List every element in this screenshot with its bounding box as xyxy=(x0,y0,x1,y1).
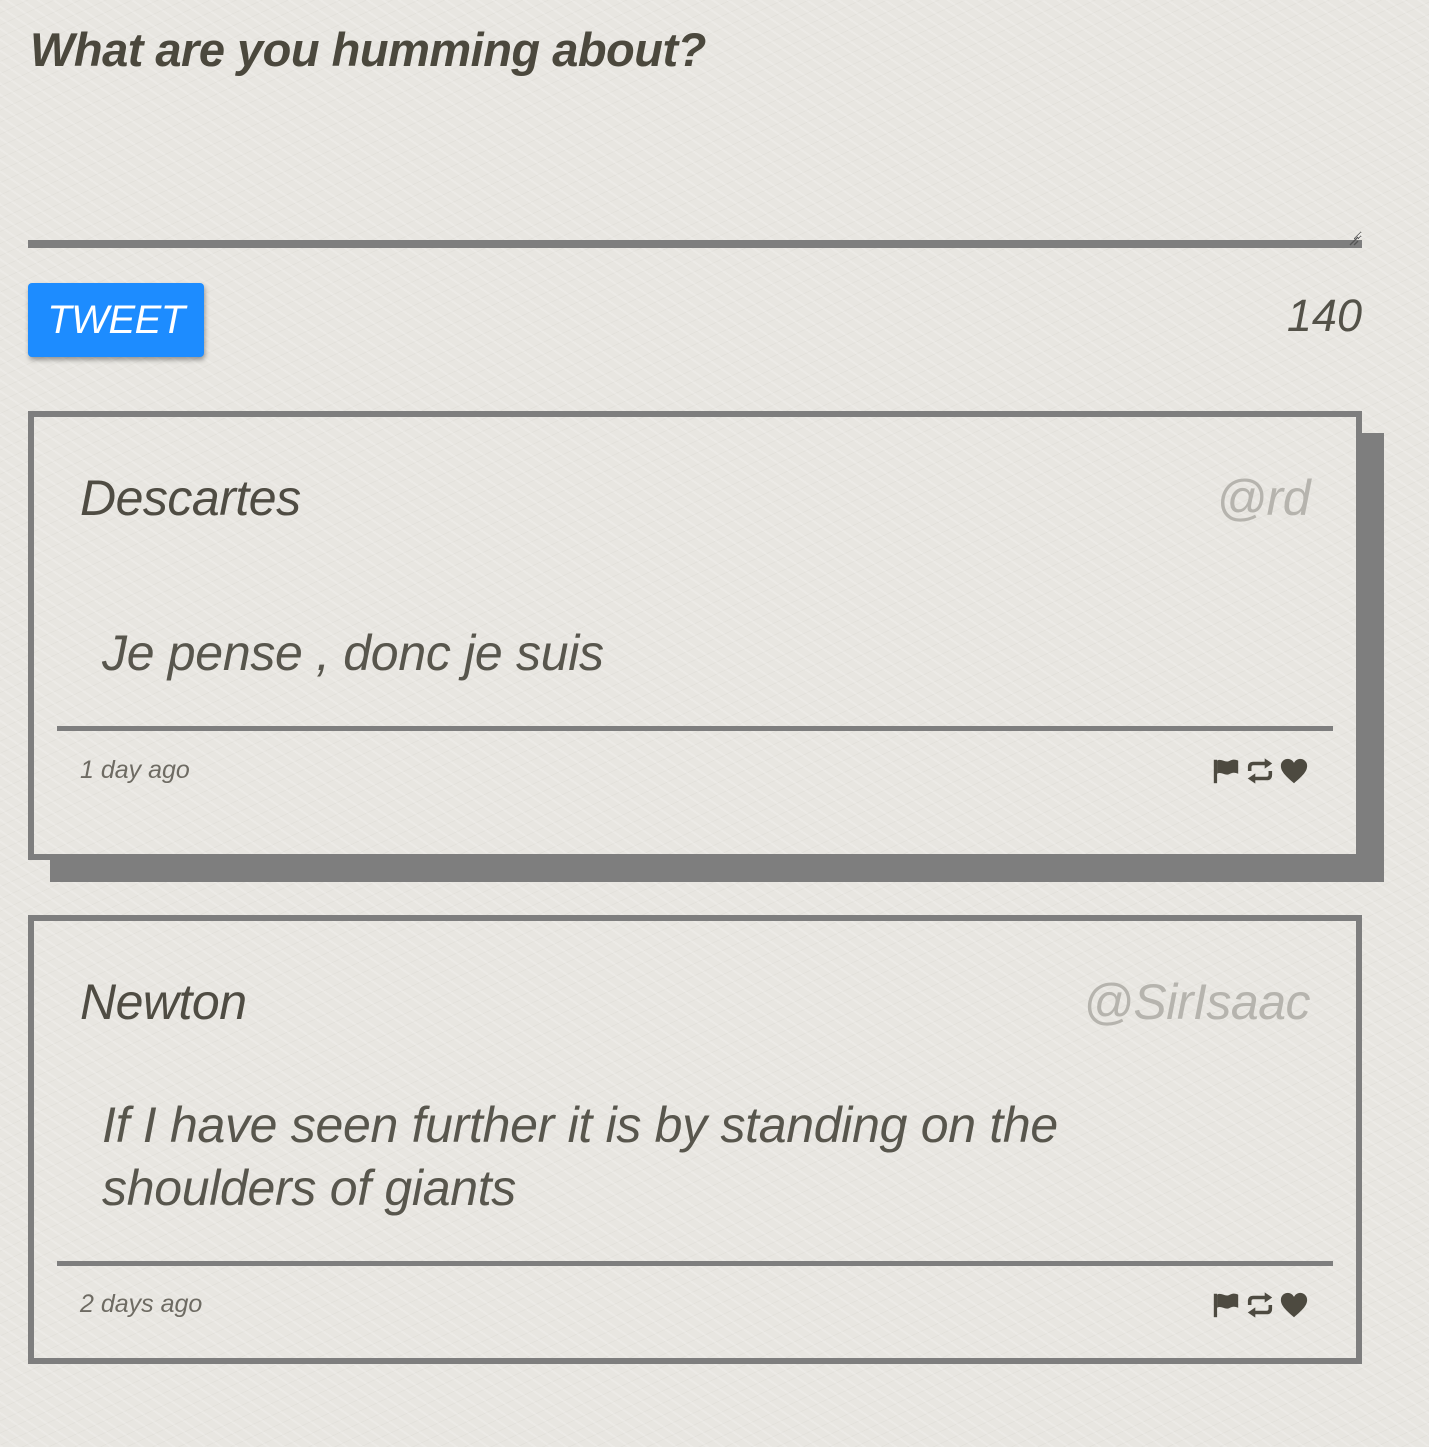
tweet-actions xyxy=(1210,1289,1310,1321)
tweet-body: Je pense , donc je suis xyxy=(102,625,604,681)
tweet-button[interactable]: TWEET xyxy=(28,283,204,357)
author-name: Descartes xyxy=(80,470,301,526)
heart-icon[interactable] xyxy=(1278,755,1310,787)
author-handle: @SirIsaac xyxy=(1083,974,1310,1030)
retweet-icon[interactable] xyxy=(1244,1289,1276,1321)
author-handle: @rd xyxy=(1216,470,1310,526)
card-divider xyxy=(57,726,1333,731)
resize-grip-icon[interactable] xyxy=(1347,234,1359,246)
flag-icon[interactable] xyxy=(1210,755,1242,787)
flag-icon[interactable] xyxy=(1210,1289,1242,1321)
tweet-body: If I have seen further it is by standing… xyxy=(102,1097,1058,1216)
retweet-icon[interactable] xyxy=(1244,755,1276,787)
author-name: Newton xyxy=(80,974,247,1030)
char-counter: 140 xyxy=(1286,290,1362,341)
compose-textarea[interactable] xyxy=(28,95,1362,248)
tweet-card: Newton @SirIsaac If I have seen further … xyxy=(28,915,1362,1364)
tweet-card: Descartes @rd Je pense , donc je suis 1 … xyxy=(28,411,1362,860)
tweet-timestamp: 2 days ago xyxy=(80,1290,203,1318)
tweet-actions xyxy=(1210,755,1310,787)
compose-heading: What are you humming about? xyxy=(30,23,706,76)
heart-icon[interactable] xyxy=(1278,1289,1310,1321)
card-divider xyxy=(57,1261,1333,1266)
tweet-timestamp: 1 day ago xyxy=(80,756,190,784)
